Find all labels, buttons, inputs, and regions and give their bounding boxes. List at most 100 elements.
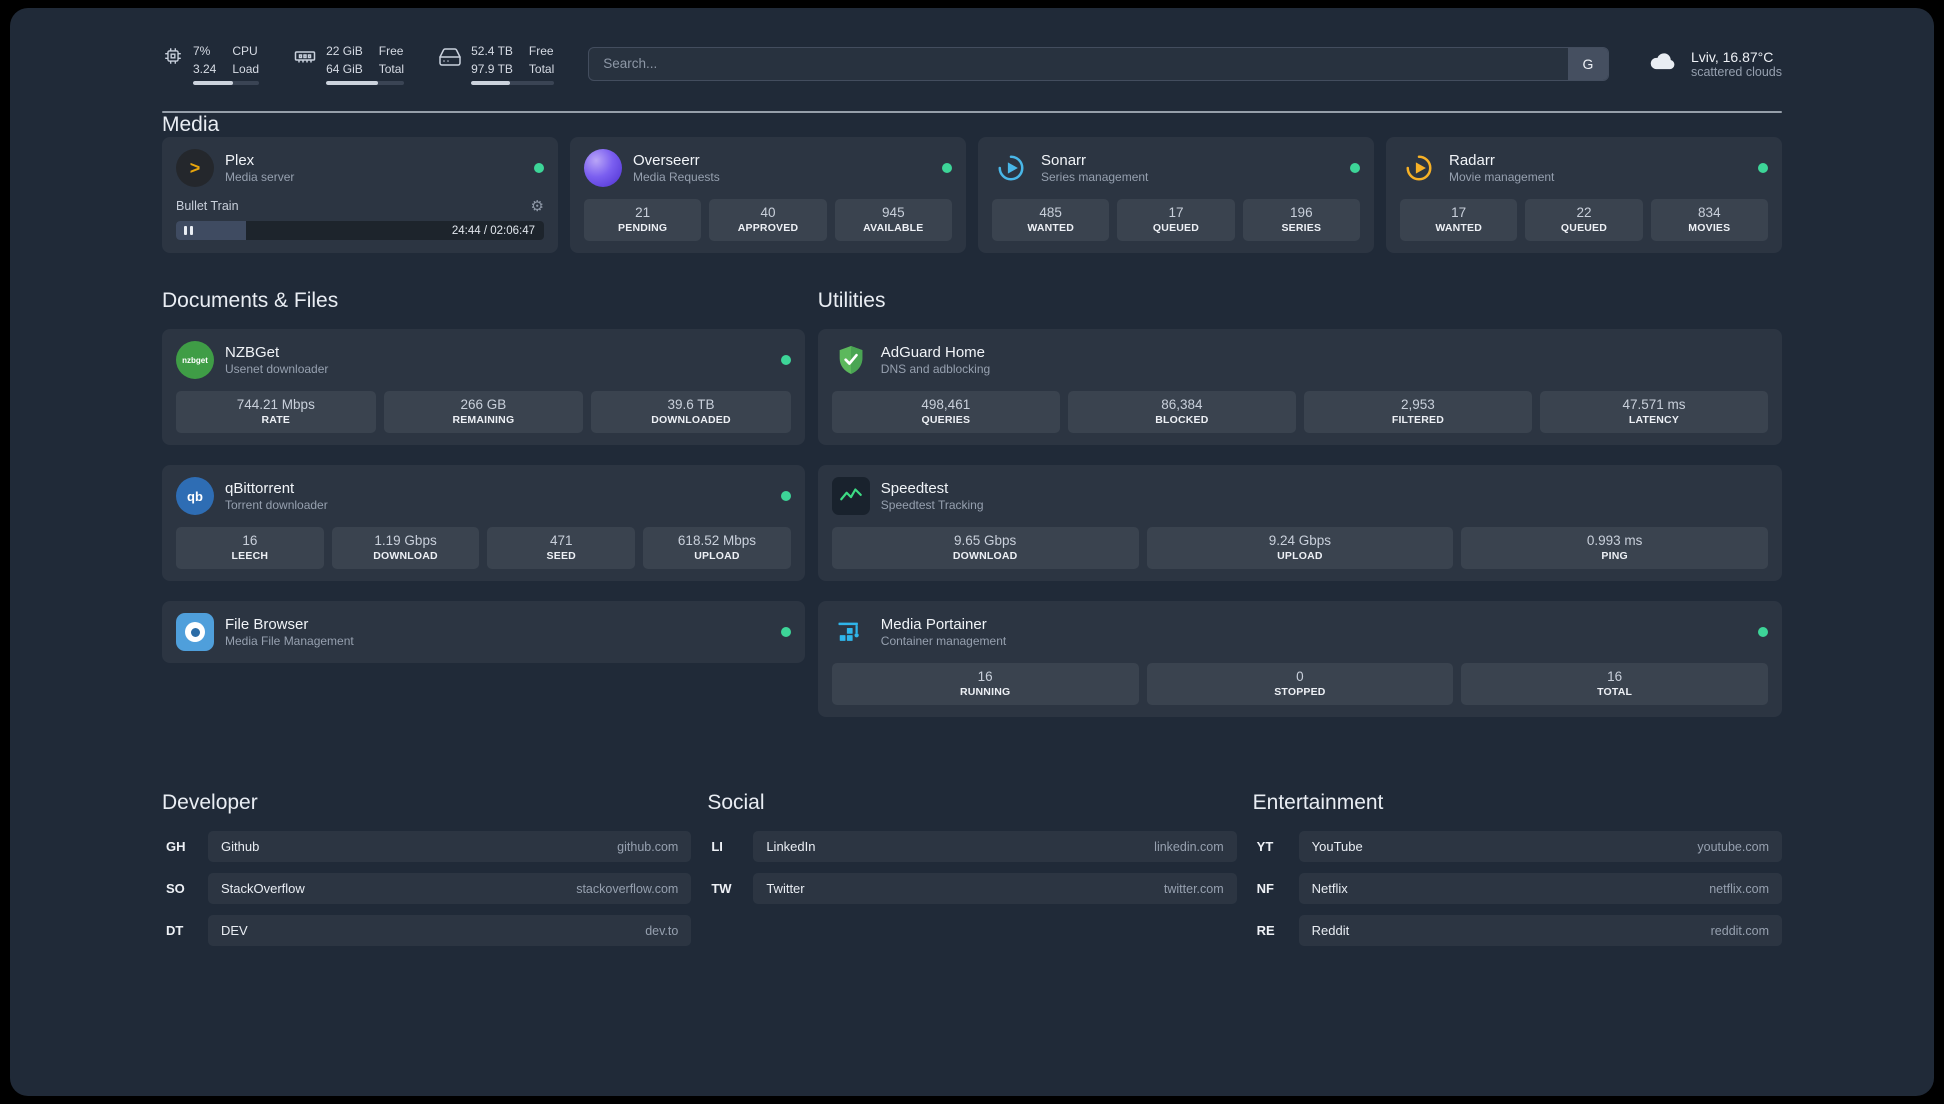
cpu-widget: 7% 3.24 CPU Load [162,42,260,85]
cpu-label: CPU [232,44,258,58]
disk-widget: 52.4 TB 97.9 TB Free Total [438,42,555,85]
stat: 16 RUNNING [831,663,1139,705]
bookmark-twitter[interactable]: TW Twitter twitter.com [707,873,1237,904]
memory-bar [326,81,405,85]
status-dot [534,163,544,173]
stat: 834 MOVIES [1650,199,1768,241]
service-subtitle: Series management [1041,170,1149,184]
service-card-overseerr[interactable]: Overseerr Media Requests 21 PENDING 40 A… [570,137,966,253]
bookmark-abbr: LI [711,839,723,854]
stat: 9.24 Gbps UPLOAD [1146,527,1454,569]
section-heading-developer: Developer [162,791,258,814]
bookmark-abbr: DT [166,923,184,938]
service-card-filebrowser[interactable]: File Browser Media File Management [162,601,805,663]
bookmark-linkedin[interactable]: LI LinkedIn linkedin.com [707,831,1237,862]
service-card-sonarr[interactable]: Sonarr Series management 485 WANTED 17 Q… [978,137,1374,253]
search-provider-button[interactable]: G [1567,47,1608,80]
stat: 16 LEECH [176,527,324,569]
weather-widget: Lviv, 16.87°C scattered clouds [1643,46,1782,81]
pause-icon[interactable] [184,226,193,235]
bookmark-github[interactable]: GH Github github.com [162,831,692,862]
service-card-portainer[interactable]: Media Portainer Container management 16 … [817,601,1782,717]
section-heading-utilities: Utilities [817,289,886,312]
bookmark-name: Github [221,839,260,854]
status-dot [780,627,791,637]
stat: 47.571 ms LATENCY [1539,391,1768,433]
stat: 40 APPROVED [709,199,827,241]
bookmark-name: Netflix [1311,881,1348,896]
stat: 0 STOPPED [1146,663,1454,705]
bookmark-youtube[interactable]: YT YouTube youtube.com [1253,831,1782,862]
bookmark-name: YouTube [1311,839,1363,854]
service-card-plex[interactable]: > Plex Media server Bullet Train ⚙ 24:44… [162,137,558,253]
stat: 16 TOTAL [1461,663,1768,705]
bookmark-abbr: YT [1256,839,1274,854]
bookmark-url: netflix.com [1709,881,1769,896]
bookmark-netflix[interactable]: NF Netflix netflix.com [1253,873,1782,904]
bookmark-url: reddit.com [1710,923,1769,938]
dashboard-content: 7% 3.24 CPU Load 22 GiB 64 GiB Free Tota… [10,8,1934,957]
section-heading-documents: Documents & Files [162,289,339,312]
bookmark-dev[interactable]: DT DEV dev.to [162,915,692,946]
bookmark-group-social: Social LI LinkedIn linkedin.com TW Twitt… [707,791,1237,957]
service-title: Plex [225,152,255,169]
disk-free-label: Free [528,44,554,58]
service-card-nzbget[interactable]: nzbget NZBGet Usenet downloader 744.21 M… [162,329,805,445]
bookmark-name: StackOverflow [221,881,305,896]
service-subtitle: Movie management [1449,170,1555,184]
two-column-section: Documents & Files nzbget NZBGet Usenet d… [162,289,1782,737]
radarr-icon [1400,149,1438,187]
disk-icon [438,45,462,85]
memory-total-value: 64 GiB [326,62,363,76]
bookmark-url: twitter.com [1163,881,1224,896]
playback-time: 24:44 / 02:06:47 [451,224,535,237]
stat: 266 GB REMAINING [383,391,584,433]
ram-icon [293,45,317,85]
service-title: Overseerr [633,152,700,169]
service-subtitle: Container management [880,634,1007,648]
service-title: Sonarr [1041,152,1087,169]
section-heading-media: Media [162,113,220,136]
service-subtitle: Media File Management [225,634,354,648]
status-dot [780,491,791,501]
memory-widget: 22 GiB 64 GiB Free Total [293,42,405,85]
stat: 0.993 ms PING [1461,527,1768,569]
service-card-speedtest[interactable]: Speedtest Speedtest Tracking 9.65 Gbps D… [817,465,1782,581]
bookmark-name: Reddit [1311,923,1350,938]
service-card-adguard[interactable]: AdGuard Home DNS and adblocking 498,461 … [817,329,1782,445]
bookmark-url: youtube.com [1697,839,1769,854]
disk-bar [471,81,555,85]
bookmark-abbr: GH [166,839,186,854]
service-title: File Browser [225,616,309,633]
stat: 1.19 Gbps DOWNLOAD [331,527,480,569]
service-subtitle: Speedtest Tracking [880,498,984,512]
stat: 39.6 TB DOWNLOADED [591,391,791,433]
cloud-icon [1643,46,1681,81]
bookmark-abbr: TW [711,881,732,896]
bookmark-url: stackoverflow.com [576,881,679,896]
search-input[interactable] [589,47,1568,80]
stat: 22 QUEUED [1525,199,1643,241]
nzbget-icon: nzbget [176,341,214,379]
bookmark-name: LinkedIn [766,839,816,854]
cpu-load-label: Load [232,62,260,76]
stat: 17 QUEUED [1117,199,1235,241]
service-title: qBittorrent [225,480,295,497]
service-title: Radarr [1449,152,1495,169]
stat: 196 SERIES [1242,199,1360,241]
bookmark-url: linkedin.com [1154,839,1224,854]
service-card-qbittorrent[interactable]: qb qBittorrent Torrent downloader 16 LEE… [162,465,805,581]
service-card-radarr[interactable]: Radarr Movie management 17 WANTED 22 QUE… [1386,137,1782,253]
stat: 471 SEED [487,527,636,569]
gear-icon[interactable]: ⚙ [531,197,544,215]
service-subtitle: Media Requests [633,170,720,184]
memory-free-label: Free [378,44,404,58]
bookmark-stackoverflow[interactable]: SO StackOverflow stackoverflow.com [162,873,692,904]
bookmark-reddit[interactable]: RE Reddit reddit.com [1253,915,1782,946]
stat: 17 WANTED [1400,199,1518,241]
stat: 945 AVAILABLE [834,199,952,241]
stat: 2,953 FILTERED [1303,391,1532,433]
stat: 86,384 BLOCKED [1067,391,1296,433]
adguard-icon [832,341,870,379]
playback-progress-bar[interactable]: 24:44 / 02:06:47 [176,221,544,240]
